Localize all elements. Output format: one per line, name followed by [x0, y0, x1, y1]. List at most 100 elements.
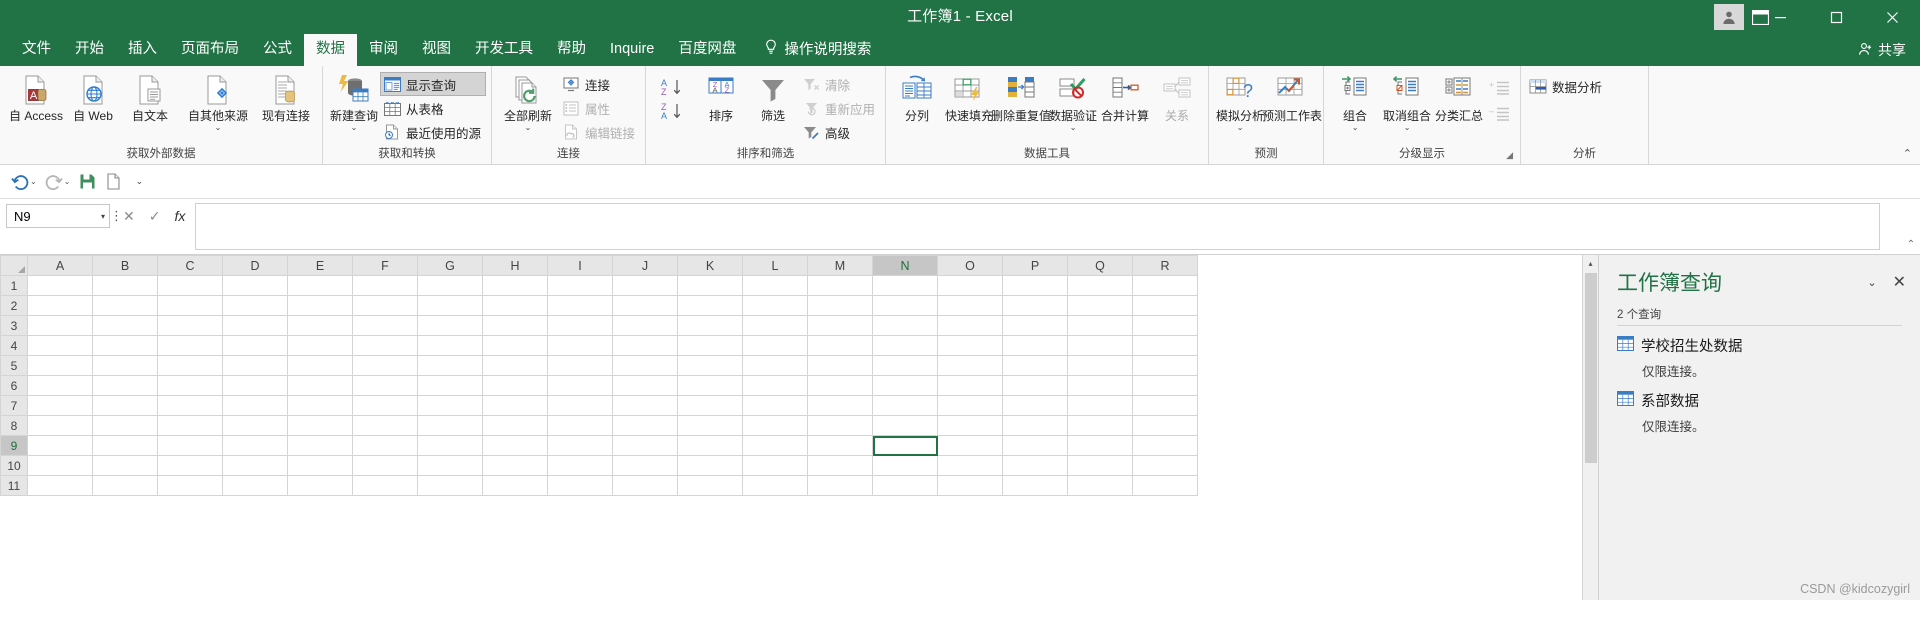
cell-M10[interactable]	[807, 455, 873, 476]
consolidate-button[interactable]: 合并计算	[1099, 69, 1151, 123]
tab-page-layout[interactable]: 页面布局	[169, 34, 251, 66]
cell-C9[interactable]	[157, 435, 223, 456]
cell-O5[interactable]	[937, 355, 1003, 376]
cell-D11[interactable]	[222, 475, 288, 496]
cell-M2[interactable]	[807, 295, 873, 316]
ungroup-button[interactable]: 取消组合 ⌄	[1381, 69, 1433, 132]
cell-N2[interactable]	[872, 295, 938, 316]
row-header-8[interactable]: 8	[0, 415, 28, 436]
cell-B6[interactable]	[92, 375, 158, 396]
cell-O3[interactable]	[937, 315, 1003, 336]
cell-O2[interactable]	[937, 295, 1003, 316]
cell-M3[interactable]	[807, 315, 873, 336]
cell-E11[interactable]	[287, 475, 353, 496]
filter-button[interactable]: 筛选	[747, 69, 799, 123]
list-item[interactable]: 系部数据 仅限连接。	[1599, 387, 1920, 442]
tab-file[interactable]: 文件	[10, 34, 63, 66]
cell-I9[interactable]	[547, 435, 613, 456]
scrollbar-thumb[interactable]	[1584, 273, 1597, 463]
close-icon[interactable]: ✕	[1887, 272, 1912, 292]
cell-E5[interactable]	[287, 355, 353, 376]
cell-Q2[interactable]	[1067, 295, 1133, 316]
query-item-row[interactable]: 学校招生处数据	[1617, 335, 1902, 356]
tab-baidu-netdisk[interactable]: 百度网盘	[666, 34, 748, 66]
collapse-ribbon-button[interactable]: ⌃	[1903, 147, 1912, 160]
cell-F5[interactable]	[352, 355, 418, 376]
cell-H2[interactable]	[482, 295, 548, 316]
cell-A5[interactable]	[27, 355, 93, 376]
cell-J8[interactable]	[612, 415, 678, 436]
tab-formulas[interactable]: 公式	[251, 34, 304, 66]
cell-I11[interactable]	[547, 475, 613, 496]
column-header-F[interactable]: F	[352, 255, 418, 276]
cell-J4[interactable]	[612, 335, 678, 356]
column-header-O[interactable]: O	[937, 255, 1003, 276]
cell-L9[interactable]	[742, 435, 808, 456]
cell-I1[interactable]	[547, 275, 613, 296]
cell-R10[interactable]	[1132, 455, 1198, 476]
column-header-K[interactable]: K	[677, 255, 743, 276]
cell-D8[interactable]	[222, 415, 288, 436]
row-header-2[interactable]: 2	[0, 295, 28, 316]
cell-I5[interactable]	[547, 355, 613, 376]
cell-B5[interactable]	[92, 355, 158, 376]
connections-button[interactable]: 连接	[559, 72, 640, 96]
cell-L11[interactable]	[742, 475, 808, 496]
cell-G2[interactable]	[417, 295, 483, 316]
column-header-J[interactable]: J	[612, 255, 678, 276]
what-if-analysis-button[interactable]: ? 模拟分析 ⌄	[1214, 69, 1266, 132]
cell-L7[interactable]	[742, 395, 808, 416]
grid[interactable]: ABCDEFGHIJKLMNOPQR 1 2 3 4 5 6 7 8 9 10 11	[0, 255, 1582, 600]
cell-C2[interactable]	[157, 295, 223, 316]
cell-D9[interactable]	[222, 435, 288, 456]
cell-O1[interactable]	[937, 275, 1003, 296]
cell-B7[interactable]	[92, 395, 158, 416]
cell-G8[interactable]	[417, 415, 483, 436]
cell-R6[interactable]	[1132, 375, 1198, 396]
tab-view[interactable]: 视图	[410, 34, 463, 66]
cell-L4[interactable]	[742, 335, 808, 356]
cell-K10[interactable]	[677, 455, 743, 476]
remove-duplicates-button[interactable]: 删除重复值	[991, 69, 1051, 123]
share-button[interactable]: 共享	[1858, 40, 1906, 60]
cell-L10[interactable]	[742, 455, 808, 476]
chevron-down-icon[interactable]: ⌄	[1352, 124, 1359, 132]
list-item[interactable]: 学校招生处数据 仅限连接。	[1599, 332, 1920, 387]
maximize-restore-button[interactable]	[1808, 0, 1864, 34]
cell-Q1[interactable]	[1067, 275, 1133, 296]
cell-K4[interactable]	[677, 335, 743, 356]
cell-Q3[interactable]	[1067, 315, 1133, 336]
cell-B10[interactable]	[92, 455, 158, 476]
cell-P7[interactable]	[1002, 395, 1068, 416]
cell-D4[interactable]	[222, 335, 288, 356]
cell-P10[interactable]	[1002, 455, 1068, 476]
confirm-check-icon[interactable]: ✓	[149, 205, 161, 227]
cell-C4[interactable]	[157, 335, 223, 356]
cell-K2[interactable]	[677, 295, 743, 316]
tab-data[interactable]: 数据	[304, 34, 357, 66]
cell-N5[interactable]	[872, 355, 938, 376]
cell-M1[interactable]	[807, 275, 873, 296]
cell-O10[interactable]	[937, 455, 1003, 476]
cell-Q10[interactable]	[1067, 455, 1133, 476]
cell-F1[interactable]	[352, 275, 418, 296]
cell-H6[interactable]	[482, 375, 548, 396]
cell-H9[interactable]	[482, 435, 548, 456]
cell-R11[interactable]	[1132, 475, 1198, 496]
cell-O8[interactable]	[937, 415, 1003, 436]
redo-button[interactable]: ⌄	[42, 168, 74, 196]
cell-J6[interactable]	[612, 375, 678, 396]
cell-M4[interactable]	[807, 335, 873, 356]
cell-E9[interactable]	[287, 435, 353, 456]
cell-I4[interactable]	[547, 335, 613, 356]
cell-C7[interactable]	[157, 395, 223, 416]
cell-N3[interactable]	[872, 315, 938, 336]
cell-C11[interactable]	[157, 475, 223, 496]
cell-J5[interactable]	[612, 355, 678, 376]
cell-N8[interactable]	[872, 415, 938, 436]
cell-M5[interactable]	[807, 355, 873, 376]
tell-me-search[interactable]: 操作说明搜索	[748, 33, 881, 66]
cell-F4[interactable]	[352, 335, 418, 356]
chevron-down-icon[interactable]: ⌄	[30, 177, 37, 186]
cell-R7[interactable]	[1132, 395, 1198, 416]
